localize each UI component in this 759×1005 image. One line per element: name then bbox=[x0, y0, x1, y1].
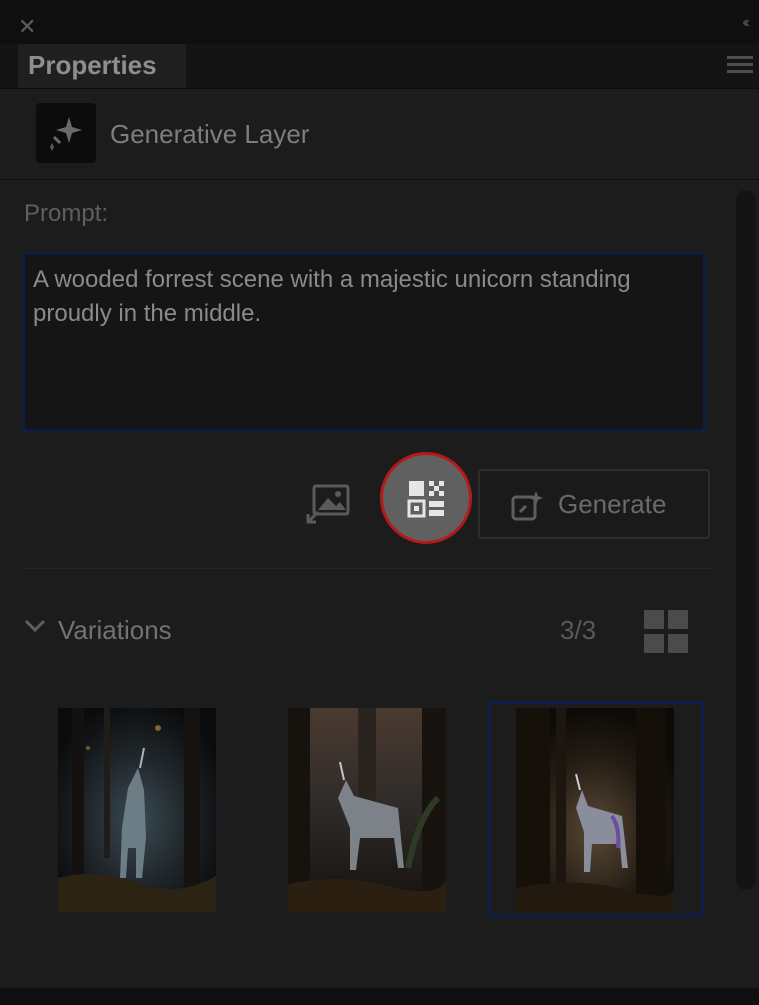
variation-thumbnail-2[interactable] bbox=[288, 708, 446, 912]
variations-count: 3/3 bbox=[560, 615, 597, 645]
tab-properties-label: Properties bbox=[28, 50, 157, 80]
collapse-panel-icon[interactable]: ‹‹ bbox=[742, 14, 749, 32]
selected-variation-border bbox=[488, 701, 704, 917]
generate-label: Generate bbox=[558, 489, 667, 519]
tab-properties[interactable]: Properties bbox=[18, 44, 186, 88]
prompt-textarea[interactable]: A wooded forrest scene with a majestic u… bbox=[22, 252, 706, 432]
panel-footer bbox=[0, 988, 759, 1005]
section-divider bbox=[22, 568, 712, 569]
grid-view-icon[interactable] bbox=[644, 610, 690, 654]
panel-menu-icon[interactable] bbox=[727, 56, 753, 77]
variations-label[interactable]: Variations bbox=[58, 615, 172, 646]
qr-pattern-button[interactable] bbox=[380, 452, 472, 544]
layer-title: Generative Layer bbox=[110, 119, 310, 149]
tab-bar: Properties bbox=[0, 44, 759, 89]
generate-sparkle-icon bbox=[511, 491, 543, 521]
properties-panel: ✕ ‹‹ Properties Generative Layer Prompt:… bbox=[0, 0, 759, 1005]
panel-titlebar: ✕ ‹‹ bbox=[0, 0, 759, 44]
qr-pattern-icon bbox=[407, 481, 444, 518]
close-icon[interactable]: ✕ bbox=[18, 16, 36, 38]
image-reference-icon[interactable] bbox=[306, 484, 352, 524]
sparkle-layer-icon bbox=[36, 103, 96, 163]
scrollbar[interactable] bbox=[736, 190, 756, 890]
layer-header: Generative Layer bbox=[0, 89, 759, 180]
generate-button[interactable]: Generate bbox=[478, 469, 710, 539]
chevron-down-icon[interactable] bbox=[24, 619, 46, 633]
variation-thumbnail-1[interactable] bbox=[58, 708, 216, 912]
prompt-label: Prompt: bbox=[24, 200, 109, 227]
